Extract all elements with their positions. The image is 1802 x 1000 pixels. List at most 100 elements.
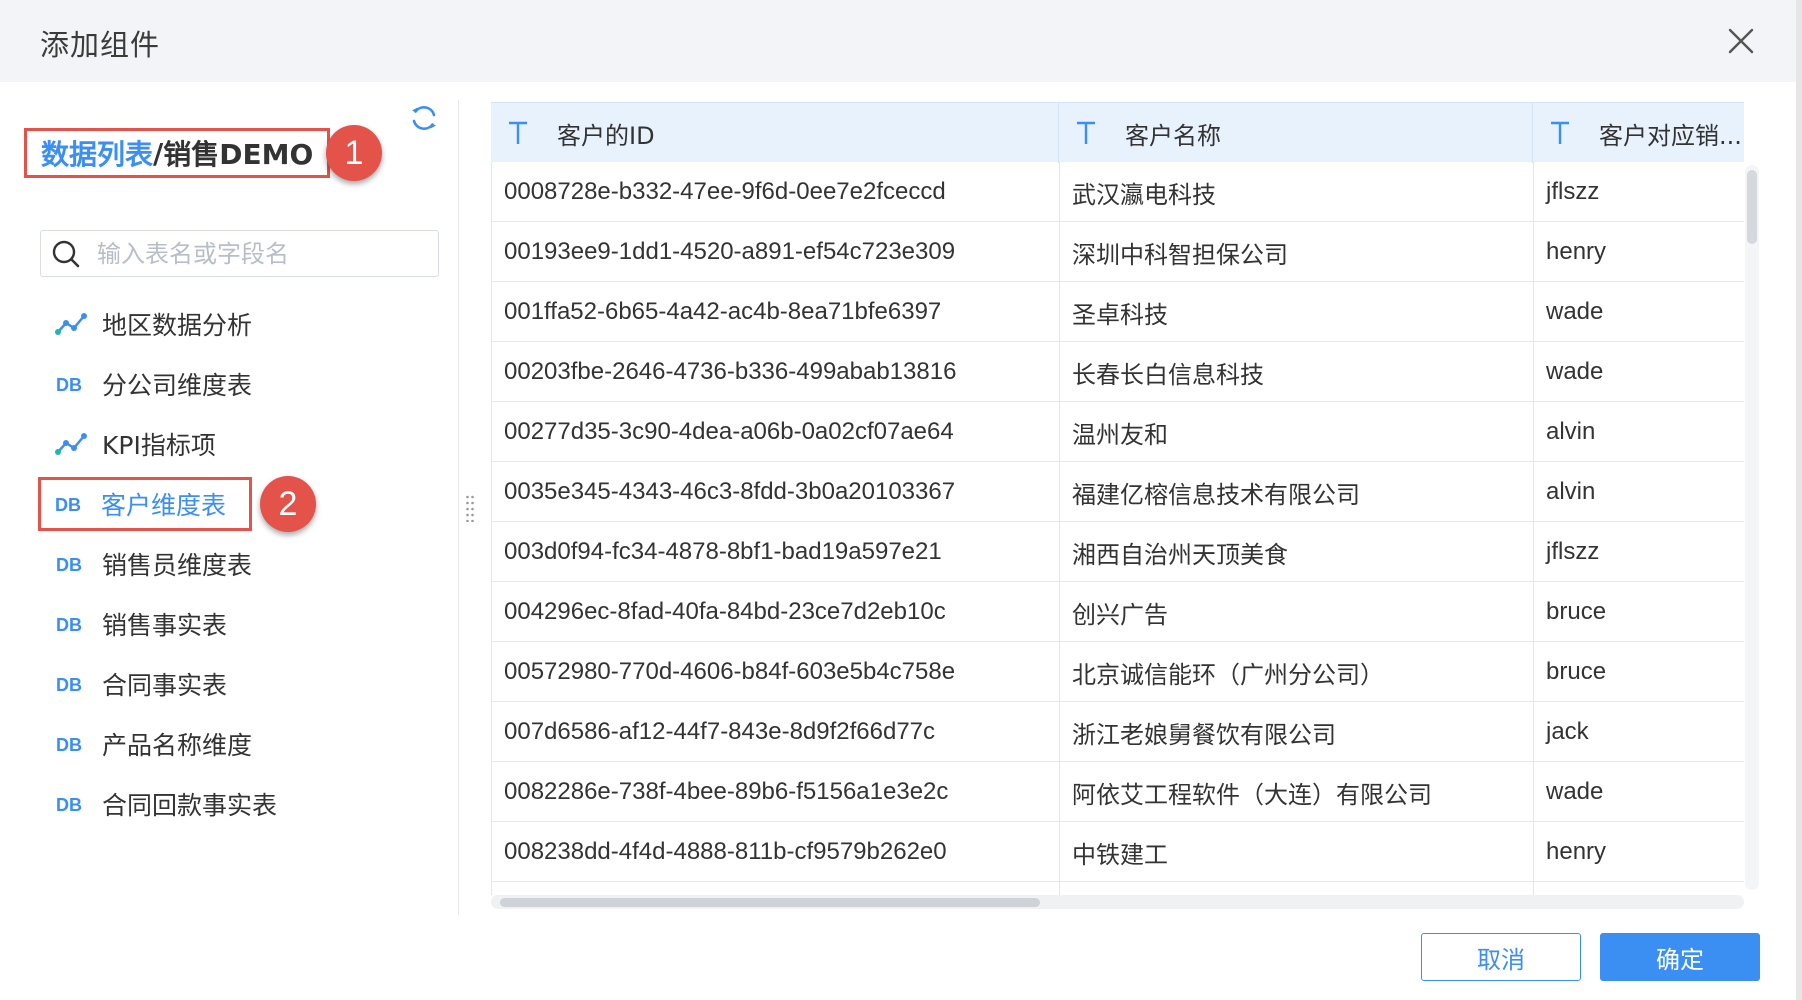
db-icon: DB: [54, 792, 88, 816]
cell-customer-sales: jflszz: [1546, 178, 1600, 205]
table-row[interactable]: 008238dd-4f4d-4888-811b-cf9579b262e0 中铁建工…: [492, 822, 1744, 882]
db-icon: DB: [54, 552, 88, 576]
cell-customer-name: 长春长白信息科技: [1060, 342, 1534, 402]
cell-customer-id: 001ffa52-6b65-4a42-ac4b-8ea71bfe6397: [492, 282, 1060, 342]
text-type-icon: [1075, 120, 1097, 146]
dialog-header: 添加组件: [0, 0, 1802, 82]
table-row[interactable]: 00572980-770d-4606-b84f-603e5b4c758e 北京诚信…: [492, 642, 1744, 702]
annotation-badge-2: 2: [260, 476, 316, 532]
grid-header: 客户的ID 客户名称 客户对应销...: [491, 102, 1744, 163]
table-row[interactable]: 0082286e-738f-4bee-89b6-f5156a1e3e2c 阿依艾工…: [492, 762, 1744, 822]
svg-text:DB: DB: [55, 495, 81, 515]
panel-divider: [458, 100, 459, 915]
cell-customer-id: 00572980-770d-4606-b84f-603e5b4c758e: [492, 642, 1060, 702]
cell-customer-name: 浙江老娘舅餐饮有限公司: [1060, 702, 1534, 762]
cell-customer-id: 008238dd-4f4d-4888-811b-cf9579b262e0: [492, 822, 1060, 882]
svg-text:DB: DB: [56, 795, 82, 815]
table-item-product-dimension[interactable]: DB 产品名称维度: [40, 721, 252, 767]
svg-text:DB: DB: [56, 375, 82, 395]
cell-customer-name: 武汉瀛电科技: [1060, 162, 1534, 222]
cell-customer-sales: henry: [1546, 838, 1607, 865]
text-type-icon: [1549, 120, 1571, 146]
analysis-icon: [54, 312, 88, 336]
table-item-kpi[interactable]: KPI指标项: [40, 421, 216, 467]
cell-customer-sales: [1534, 882, 1744, 895]
search-input[interactable]: [95, 238, 419, 269]
table-row[interactable]: 001ffa52-6b65-4a42-ac4b-8ea71bfe6397 圣卓科技…: [492, 282, 1744, 342]
table-item-label: 地区数据分析: [102, 311, 253, 340]
cell-customer-id: 00193ee9-1dd1-4520-a891-ef54c723e309: [492, 222, 1060, 282]
column-header-customer-id[interactable]: 客户的ID: [491, 103, 1059, 163]
annotation-badge-1: 1: [326, 125, 382, 181]
db-icon: DB: [53, 492, 87, 516]
table-row[interactable]: 00203fbe-2646-4736-b336-499abab13816 长春长白…: [492, 342, 1744, 402]
column-header-customer-name[interactable]: 客户名称: [1059, 103, 1533, 163]
table-item-label: 销售事实表: [102, 611, 228, 640]
column-header-customer-sales[interactable]: 客户对应销...: [1533, 103, 1744, 163]
column-header-label: 客户名称: [1125, 121, 1221, 150]
table-row[interactable]: 0008728e-b332-47ee-9f6d-0ee7e2fcecсd 武汉瀛电…: [492, 162, 1744, 222]
breadcrumb: 数据列表 / 销售DEMO: [24, 128, 331, 178]
table-row[interactable]: 003d0f94-fc34-4878-8bf1-bad19a597e21 湘西自治…: [492, 522, 1744, 582]
cell-customer-id: [492, 882, 1060, 895]
cell-customer-sales: jflszz: [1546, 538, 1600, 565]
table-row[interactable]: 007d6586-af12-44f7-843e-8d9f2f66d77c 浙江老娘…: [492, 702, 1744, 762]
cell-customer-id: 00277d35-3c90-4dea-a06b-0a02cf07ae64: [492, 402, 1060, 462]
cell-customer-id: 003d0f94-fc34-4878-8bf1-bad19a597e21: [492, 522, 1060, 582]
search-icon: [51, 239, 81, 269]
cell-customer-name: 圣卓科技: [1060, 282, 1534, 342]
cell-customer-sales: alvin: [1546, 478, 1596, 505]
table-row[interactable]: 004296ec-8fad-40fa-84bd-23ce7d2eb10c 创兴广告…: [492, 582, 1744, 642]
table-item-salesperson-dimension[interactable]: DB 销售员维度表: [40, 541, 252, 587]
search-box: [40, 230, 439, 277]
cell-customer-name: 深圳中科智担保公司: [1060, 222, 1534, 282]
grid-body: 0008728e-b332-47ee-9f6d-0ee7e2fcecсd 武汉瀛电…: [491, 162, 1744, 895]
table-item-branch-dimension[interactable]: DB 分公司维度表: [40, 361, 252, 407]
cell-customer-id: 0008728e-b332-47ee-9f6d-0ee7e2fcecсd: [492, 162, 1060, 222]
breadcrumb-current: 销售DEMO: [163, 138, 314, 171]
cell-customer-id: 004296ec-8fad-40fa-84bd-23ce7d2eb10c: [492, 582, 1060, 642]
table-item-sales-fact[interactable]: DB 销售事实表: [40, 601, 227, 647]
close-icon[interactable]: [1725, 25, 1757, 57]
cell-customer-id: 00203fbe-2646-4736-b336-499abab13816: [492, 342, 1060, 402]
cell-customer-id: 0082286e-738f-4bee-89b6-f5156a1e3e2c: [492, 762, 1060, 822]
table-item-label: 销售员维度表: [102, 551, 253, 580]
analysis-icon: [54, 432, 88, 456]
horizontal-scrollbar-thumb[interactable]: [500, 898, 1040, 907]
table-row[interactable]: 0035e345-4343-46c3-8fdd-3b0a20103367 福建亿榕…: [492, 462, 1744, 522]
dialog-title: 添加组件: [40, 28, 161, 62]
table-item-label: 分公司维度表: [102, 371, 253, 400]
cell-customer-id: 007d6586-af12-44f7-843e-8d9f2f66d77c: [492, 702, 1060, 762]
table-item-label: 合同事实表: [102, 671, 228, 700]
column-header-label: 客户的ID: [557, 121, 655, 150]
confirm-button[interactable]: 确定: [1600, 933, 1760, 981]
cell-customer-sales: wade: [1546, 298, 1604, 325]
vertical-scrollbar-thumb[interactable]: [1747, 170, 1757, 244]
dialog-edge: [1796, 0, 1802, 1000]
cell-customer-name: 中铁建工: [1060, 822, 1534, 882]
cell-customer-name: [1060, 882, 1534, 895]
table-item-customer-dimension[interactable]: DB 客户维度表: [38, 477, 252, 531]
cell-customer-id: 0035e345-4343-46c3-8fdd-3b0a20103367: [492, 462, 1060, 522]
cancel-button[interactable]: 取消: [1421, 933, 1581, 981]
table-row[interactable]: [492, 882, 1744, 895]
refresh-icon[interactable]: [408, 102, 440, 134]
table-item-region-analysis[interactable]: 地区数据分析: [40, 301, 252, 347]
breadcrumb-separator: /: [153, 136, 164, 170]
svg-text:DB: DB: [56, 735, 82, 755]
table-item-label: 客户维度表: [101, 491, 227, 520]
cell-customer-sales: bruce: [1546, 658, 1607, 685]
resize-handle-icon[interactable]: [465, 494, 475, 523]
cell-customer-name: 阿依艾工程软件（大连）有限公司: [1060, 762, 1534, 822]
text-type-icon: [507, 120, 529, 146]
table-item-payment-fact[interactable]: DB 合同回款事实表: [40, 781, 277, 827]
db-icon: DB: [54, 612, 88, 636]
vertical-scrollbar[interactable]: [1745, 165, 1759, 890]
table-row[interactable]: 00193ee9-1dd1-4520-a891-ef54c723e309 深圳中科…: [492, 222, 1744, 282]
table-row[interactable]: 00277d35-3c90-4dea-a06b-0a02cf07ae64 温州友和…: [492, 402, 1744, 462]
db-icon: DB: [54, 372, 88, 396]
breadcrumb-link-data-list[interactable]: 数据列表: [41, 133, 153, 173]
table-item-contract-fact[interactable]: DB 合同事实表: [40, 661, 227, 707]
cell-customer-sales: henry: [1546, 238, 1607, 265]
table-item-label: KPI指标项: [102, 431, 216, 460]
